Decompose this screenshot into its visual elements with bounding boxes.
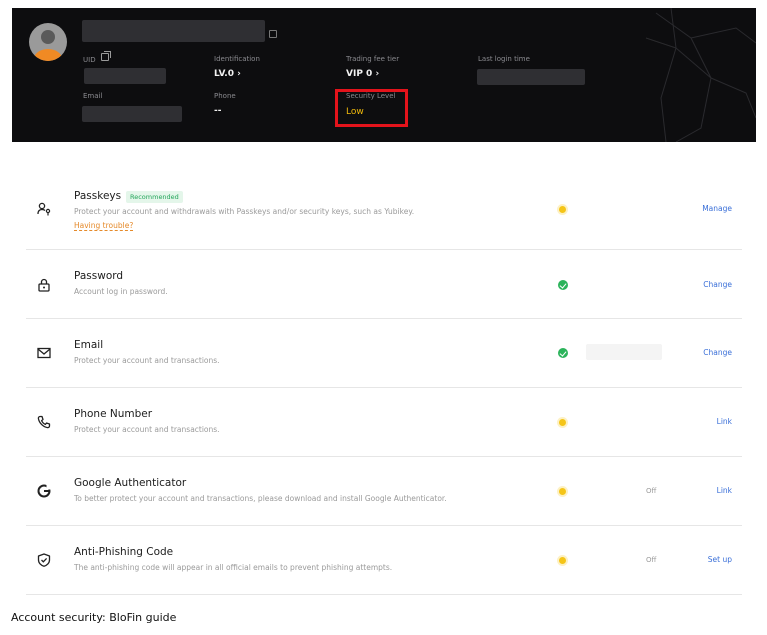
status-off-label: Off: [646, 487, 657, 495]
link-phone-button[interactable]: Link: [717, 417, 732, 426]
status-ok-icon: [558, 280, 568, 290]
phone-value: --: [214, 106, 222, 116]
status-warning-icon: [559, 419, 566, 426]
change-email-button[interactable]: Change: [703, 348, 732, 357]
row-description: The anti-phishing code will appear in al…: [74, 563, 393, 572]
account-header: UID Identification LV.0 › Trading fee ti…: [12, 8, 756, 142]
mail-icon: [37, 347, 51, 359]
uid-redacted: [84, 68, 166, 84]
email-label: Email: [83, 92, 103, 100]
security-row-anti-phishing: Anti-Phishing Code The anti-phishing cod…: [26, 526, 742, 595]
status-warning-icon: [559, 488, 566, 495]
security-level-value: Low: [346, 107, 364, 117]
passkey-icon: [37, 202, 51, 216]
row-description: Protect your account and withdrawals wit…: [74, 207, 415, 216]
last-login-redacted: [477, 69, 585, 85]
row-title: Phone Number: [74, 408, 153, 420]
security-settings-list: Passkeys Recommended Protect your accoun…: [26, 176, 742, 595]
status-warning-icon: [559, 206, 566, 213]
row-title: Anti-Phishing Code: [74, 546, 174, 558]
manage-button[interactable]: Manage: [702, 204, 732, 213]
edit-icon[interactable]: [269, 30, 277, 38]
image-caption: Account security: BloFin guide: [11, 611, 177, 624]
row-description: Protect your account and transactions.: [74, 356, 220, 365]
identification-label: Identification: [214, 55, 260, 63]
status-warning-icon: [559, 557, 566, 564]
trading-fee-value[interactable]: VIP 0 ›: [346, 69, 379, 79]
security-row-google-authenticator: Google Authenticator To better protect y…: [26, 457, 742, 526]
decorative-pattern: [645, 8, 756, 142]
status-off-label: Off: [646, 556, 657, 564]
username-redacted: [82, 20, 265, 42]
change-password-button[interactable]: Change: [703, 280, 732, 289]
row-title: Passkeys: [74, 190, 122, 202]
row-title: Email: [74, 339, 104, 351]
having-trouble-link[interactable]: Having trouble?: [74, 221, 134, 231]
uid-label: UID: [83, 56, 96, 64]
email-redacted: [82, 106, 182, 122]
row-title: Google Authenticator: [74, 477, 187, 489]
security-row-phone: Phone Number Protect your account and tr…: [26, 388, 742, 457]
google-authenticator-icon: [37, 484, 51, 498]
user-avatar[interactable]: [29, 23, 67, 61]
last-login-label: Last login time: [478, 55, 530, 63]
security-row-passkeys: Passkeys Recommended Protect your accoun…: [26, 176, 742, 250]
row-title: Password: [74, 270, 124, 282]
row-description: Protect your account and transactions.: [74, 425, 220, 434]
security-row-password: Password Account log in password. Change: [26, 250, 742, 319]
recommended-badge: Recommended: [126, 191, 183, 203]
phone-label: Phone: [214, 92, 236, 100]
identification-value[interactable]: LV.0 ›: [214, 69, 241, 79]
email-value-redacted: [586, 344, 662, 360]
row-description: To better protect your account and trans…: [74, 494, 447, 503]
copy-icon[interactable]: [101, 51, 111, 61]
row-description: Account log in password.: [74, 287, 168, 296]
shield-check-icon: [37, 553, 51, 567]
security-level-label: Security Level: [346, 92, 396, 100]
lock-icon: [38, 278, 50, 292]
status-ok-icon: [558, 348, 568, 358]
security-row-email: Email Protect your account and transacti…: [26, 319, 742, 388]
phone-icon: [37, 415, 51, 429]
link-authenticator-button[interactable]: Link: [717, 486, 732, 495]
setup-anti-phishing-button[interactable]: Set up: [708, 555, 732, 564]
trading-fee-label: Trading fee tier: [346, 55, 400, 63]
